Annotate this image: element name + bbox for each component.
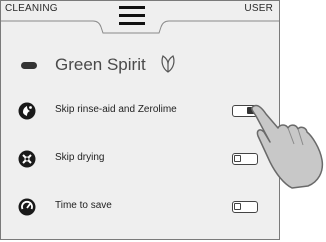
option-row-time-to-save[interactable]: Time to save [1, 191, 279, 223]
option-label: Time to save [55, 200, 112, 211]
no-drying-icon [18, 150, 36, 168]
option-row-rinse-aid[interactable]: Skip rinse-aid and Zerolime [1, 95, 279, 127]
pointing-hand-icon [251, 104, 324, 189]
option-label: Skip rinse-aid and Zerolime [55, 104, 177, 115]
program-title: Green Spirit [55, 55, 146, 74]
hamburger-menu-icon[interactable] [119, 6, 145, 26]
time-to-save-toggle[interactable] [232, 201, 258, 213]
program-header: Green Spirit [1, 47, 279, 83]
dishwasher-screen: CLEANING USER Green Spirit Skip rinse-ai… [0, 0, 280, 240]
leaf-icon [161, 55, 175, 73]
tab-cleaning[interactable]: CLEANING [5, 3, 58, 14]
option-row-skip-drying[interactable]: Skip drying [1, 143, 279, 175]
option-label: Skip drying [55, 152, 105, 163]
rinse-aid-icon [18, 102, 36, 120]
tab-user[interactable]: USER [244, 3, 273, 14]
time-save-icon [18, 198, 36, 216]
top-bar: CLEANING USER [1, 1, 279, 35]
pill-indicator-icon [21, 62, 37, 69]
